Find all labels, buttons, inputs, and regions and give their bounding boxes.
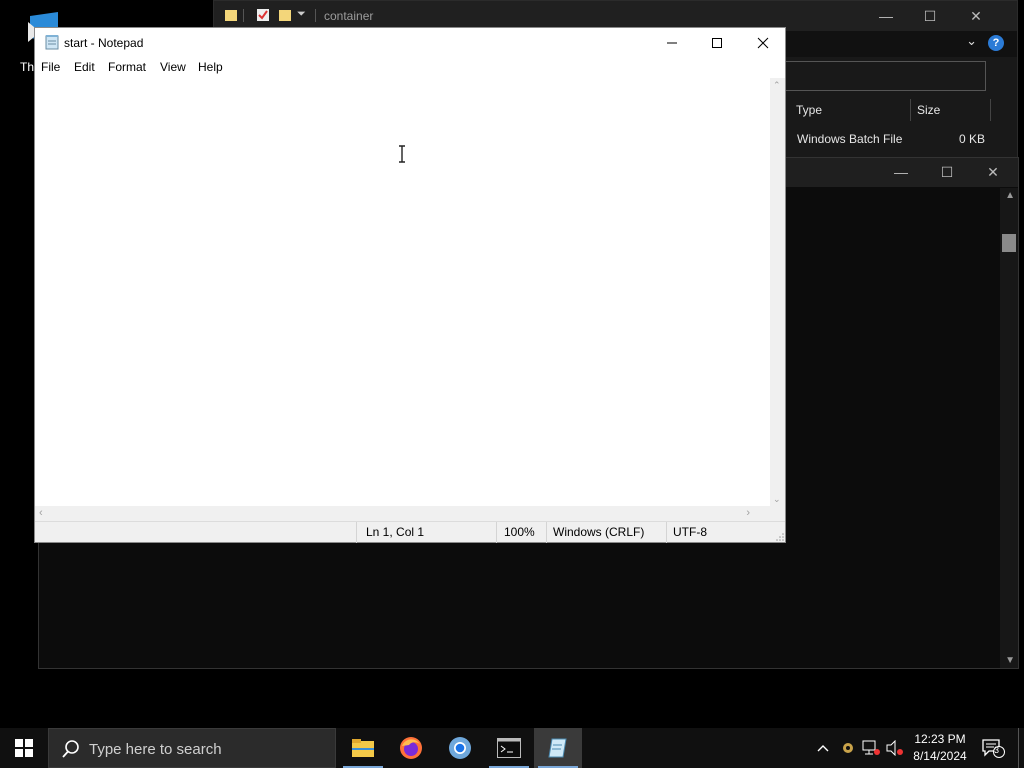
status-zoom: 100% xyxy=(504,525,535,539)
explorer-close-button[interactable]: ✕ xyxy=(954,5,998,27)
notification-icon xyxy=(982,739,1005,758)
file-size-cell[interactable]: 0 KB xyxy=(959,127,985,151)
column-header-size[interactable]: Size xyxy=(911,97,991,123)
taskbar-notepad[interactable] xyxy=(534,728,582,768)
notepad-close-button[interactable] xyxy=(740,28,786,58)
notepad-vertical-scrollbar[interactable]: ⌃ ⌄ xyxy=(770,78,785,506)
taskbar-file-explorer[interactable] xyxy=(339,728,387,768)
status-encoding: UTF-8 xyxy=(673,525,707,539)
scroll-down-icon[interactable]: ▼ xyxy=(1005,655,1015,666)
notepad-title: start - Notepad xyxy=(64,36,144,50)
notepad-text-area[interactable] xyxy=(35,78,770,506)
text-cursor-icon xyxy=(399,145,405,163)
chevron-up-icon xyxy=(817,745,829,752)
help-icon[interactable]: ? xyxy=(988,35,1004,51)
new-folder-icon[interactable] xyxy=(278,8,292,22)
volume-muted-icon xyxy=(886,740,903,756)
status-cursor-position: Ln 1, Col 1 xyxy=(366,525,425,539)
scroll-up-icon[interactable]: ▲ xyxy=(1005,190,1015,201)
show-desktop-button[interactable] xyxy=(1018,728,1024,768)
notepad-app-icon xyxy=(45,35,59,50)
clock-time: 12:23 PM xyxy=(914,732,966,746)
scroll-down-icon[interactable]: ⌄ xyxy=(773,494,781,505)
taskbar-chrome[interactable] xyxy=(436,728,484,768)
menu-help[interactable]: Help xyxy=(198,60,223,74)
terminal-scrollbar[interactable]: ▲ ▼ xyxy=(1000,188,1018,668)
scroll-up-icon[interactable]: ⌃ xyxy=(773,80,781,91)
notepad-minimize-button[interactable] xyxy=(649,28,695,58)
terminal-maximize-button[interactable]: ☐ xyxy=(925,161,969,183)
folder-icon[interactable] xyxy=(224,8,238,22)
notepad-horizontal-scrollbar[interactable]: ‹ › xyxy=(35,506,770,521)
explorer-minimize-button[interactable]: — xyxy=(864,5,908,27)
expand-ribbon-icon[interactable]: ⌄ xyxy=(966,33,977,49)
taskbar-firefox[interactable] xyxy=(387,728,435,768)
network-icon xyxy=(862,740,880,755)
notepad-window: start - Notepad File Edit Format View He… xyxy=(34,27,786,543)
volume-button[interactable] xyxy=(884,728,906,768)
windows-logo-icon xyxy=(15,739,33,757)
customize-quick-access-icon[interactable]: ⏷ xyxy=(297,8,306,21)
explorer-title: container xyxy=(324,9,374,23)
explorer-maximize-button[interactable]: ☐ xyxy=(908,5,952,27)
gear-app-icon xyxy=(843,743,853,753)
taskbar-search-box[interactable]: Type here to search xyxy=(48,728,336,768)
firefox-icon xyxy=(400,737,422,759)
notification-center-button[interactable]: 3 xyxy=(978,728,1008,768)
start-button[interactable] xyxy=(0,728,48,768)
terminal-icon xyxy=(497,738,521,758)
column-header-type[interactable]: Type xyxy=(790,97,910,123)
desktop-icon-label: Th xyxy=(20,60,35,74)
menu-format[interactable]: Format xyxy=(108,60,146,74)
notepad-maximize-button[interactable] xyxy=(694,28,740,58)
scroll-left-icon[interactable]: ‹ xyxy=(39,507,43,519)
taskbar-clock[interactable]: 12:23 PM 8/14/2024 xyxy=(908,731,972,765)
taskbar: Type here to search 12:23 PM 8/14/2024 3 xyxy=(0,728,1024,768)
status-line-endings: Windows (CRLF) xyxy=(553,525,645,539)
file-type-cell[interactable]: Windows Batch File xyxy=(797,127,902,151)
menu-file[interactable]: File xyxy=(41,60,60,74)
explorer-search-input[interactable] xyxy=(774,61,986,91)
search-placeholder: Type here to search xyxy=(89,741,222,758)
resize-grip-icon[interactable] xyxy=(776,533,784,541)
notepad-menubar: File Edit Format View Help xyxy=(35,58,785,78)
taskbar-terminal[interactable] xyxy=(485,728,533,768)
tray-app-icon[interactable] xyxy=(837,728,859,768)
file-explorer-icon xyxy=(352,739,374,757)
menu-edit[interactable]: Edit xyxy=(74,60,95,74)
maximize-icon xyxy=(712,38,722,48)
search-icon xyxy=(62,740,79,758)
chrome-icon xyxy=(449,737,471,759)
scrollbar-corner xyxy=(770,506,785,521)
properties-icon[interactable] xyxy=(256,8,270,22)
notepad-icon xyxy=(548,738,567,758)
close-icon xyxy=(757,37,769,49)
scroll-right-icon[interactable]: › xyxy=(746,507,750,519)
minimize-icon xyxy=(667,42,677,44)
menu-view[interactable]: View xyxy=(160,60,186,74)
terminal-minimize-button[interactable]: — xyxy=(879,161,923,183)
terminal-close-button[interactable]: ✕ xyxy=(971,161,1015,183)
terminal-scroll-thumb[interactable] xyxy=(1002,234,1016,252)
show-hidden-icons-button[interactable] xyxy=(812,728,834,768)
notification-count-badge: 3 xyxy=(994,745,1000,755)
column-separator[interactable] xyxy=(990,99,991,121)
clock-date: 8/14/2024 xyxy=(913,749,967,763)
notepad-status-bar: Ln 1, Col 1 100% Windows (CRLF) UTF-8 xyxy=(35,521,785,543)
notepad-titlebar[interactable]: start - Notepad xyxy=(35,28,785,58)
network-button[interactable] xyxy=(860,728,882,768)
